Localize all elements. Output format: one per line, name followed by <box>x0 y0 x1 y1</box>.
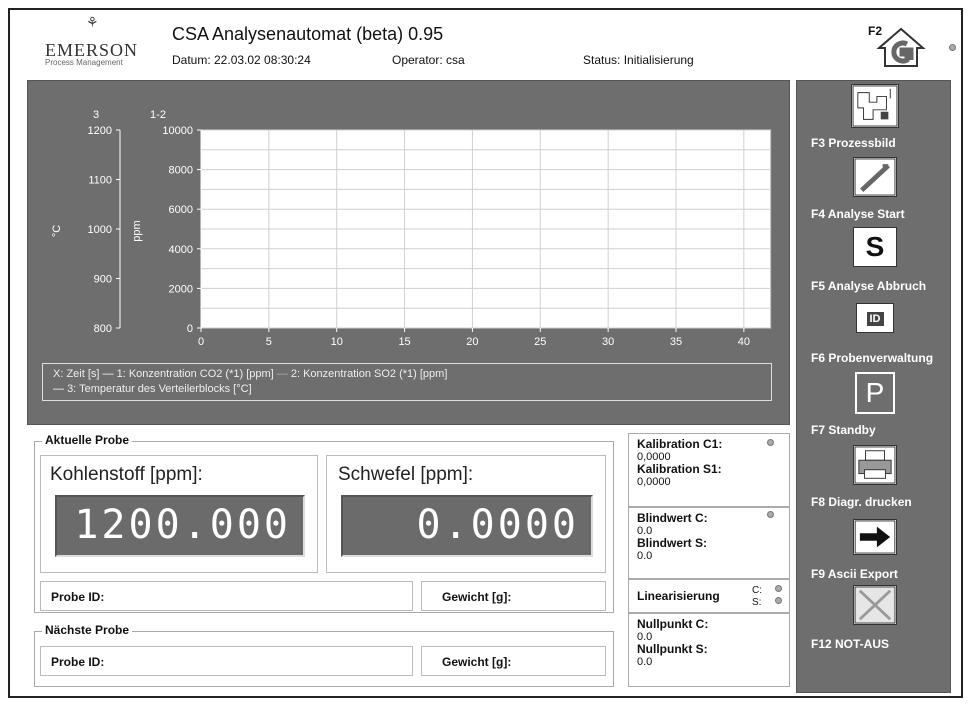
emerson-logo-icon: ⚘ <box>86 14 99 30</box>
emergency-x-icon <box>853 585 897 625</box>
linearization-label: Linearisierung <box>637 589 720 603</box>
lin-s-label: S: <box>752 597 762 608</box>
f12-emergency-stop-button[interactable]: F12 NOT-AUS <box>797 585 952 657</box>
f5-label: F5 Analyse Abbruch <box>811 279 927 293</box>
blank-c-label: Blindwert C: <box>637 511 708 525</box>
f8-print-chart-button[interactable]: F8 Diagr. drucken <box>797 441 952 513</box>
f3-label: F3 Prozessbild <box>811 136 896 150</box>
x-tick-label: 5 <box>266 336 272 348</box>
function-sidebar: F3 Prozessbild F4 Analyse Start S F5 Ana… <box>796 80 951 693</box>
blank-s-label: Blindwert S: <box>637 536 708 550</box>
temperature-tick-label: 1100 <box>88 175 112 187</box>
f6-sample-management-button[interactable]: ID F6 Probenverwaltung <box>797 297 952 369</box>
x-tick-label: 25 <box>534 336 546 348</box>
id-text: ID <box>866 312 884 326</box>
home-icon[interactable] <box>876 26 926 68</box>
x-tick-label: 0 <box>198 336 204 348</box>
x-tick-label: 35 <box>670 336 682 348</box>
ppm-tick-label: 0 <box>187 323 193 335</box>
f7-standby-button[interactable]: P F7 Standby <box>797 369 952 441</box>
cal-s1-label: Kalibration S1: <box>637 462 722 476</box>
stop-s-icon: S <box>853 227 897 267</box>
zero-point-box: Nullpunkt C: 0.0 Nullpunkt S: 0.0 <box>628 613 790 687</box>
next-sample-title: Nächste Probe <box>42 623 133 637</box>
blank-value-led <box>767 511 774 518</box>
cal-s1-value: 0,0000 <box>637 476 671 488</box>
f9-label: F9 Ascii Export <box>811 567 898 581</box>
current-weight-field[interactable]: Gewicht [g]: <box>421 581 606 611</box>
next-weight-field[interactable]: Gewicht [g]: <box>421 646 606 676</box>
operator-text: Operator: csa <box>392 53 465 67</box>
chart-legend: X: Zeit [s] — 1: Konzentration CO2 (*1) … <box>42 363 772 401</box>
analysis-start-icon <box>853 157 897 197</box>
x-tick-label: 40 <box>738 336 750 348</box>
calibration-box: Kalibration C1: 0,0000 Kalibration S1: 0… <box>628 433 790 507</box>
lin-c-label: C: <box>752 585 762 596</box>
zero-s-label: Nullpunkt S: <box>637 642 708 656</box>
temperature-tick-label: 1200 <box>88 125 112 137</box>
current-probe-id-field[interactable]: Probe ID: <box>40 581 413 611</box>
ppm-tick-label: 6000 <box>169 204 193 216</box>
legend-x: X: Zeit [s] <box>53 368 100 380</box>
logo-subtitle: Process Management <box>45 58 123 67</box>
carbon-display: 1200.000 <box>55 495 305 557</box>
printer-icon <box>853 445 897 485</box>
zero-c-label: Nullpunkt C: <box>637 617 709 631</box>
x-tick-label: 15 <box>398 336 410 348</box>
lin-s-led <box>775 597 782 604</box>
f7-label: F7 Standby <box>811 423 876 437</box>
temperature-tick-label: 800 <box>94 323 112 335</box>
blank-value-box: Blindwert C: 0.0 Blindwert S: 0.0 <box>628 507 790 579</box>
process-diagram-icon <box>851 84 899 128</box>
f8-label: F8 Diagr. drucken <box>811 495 912 509</box>
ppm-tick-label: 2000 <box>169 283 193 295</box>
lin-c-led <box>775 585 782 592</box>
status-text: Status: Initialisierung <box>583 53 694 67</box>
f5-analysis-abort-button[interactable]: S F5 Analyse Abbruch <box>797 225 952 297</box>
f4-analysis-start-button[interactable]: F4 Analyse Start <box>797 153 952 225</box>
next-probe-id-field[interactable]: Probe ID: <box>40 646 413 676</box>
temperature-tick-label: 1000 <box>88 224 112 236</box>
parking-p-icon: P <box>855 372 895 414</box>
date-text: Datum: 22.03.02 08:30:24 <box>172 53 311 67</box>
ppm-tick-label: 8000 <box>169 165 193 177</box>
sulfur-display: 0.0000 <box>341 495 593 557</box>
legend-series-3: 3: Temperatur des Verteilerblocks [°C] <box>67 383 252 395</box>
cal-c1-label: Kalibration C1: <box>637 437 723 451</box>
x-tick-label: 10 <box>331 336 343 348</box>
ppm-axis-id: 1-2 <box>150 109 166 121</box>
f3-process-button[interactable]: F3 Prozessbild <box>797 81 952 153</box>
current-sample-title: Aktuelle Probe <box>42 433 133 447</box>
ppm-axis-label: ppm <box>131 220 143 241</box>
x-tick-label: 30 <box>602 336 614 348</box>
f6-label: F6 Probenverwaltung <box>811 351 934 365</box>
carbon-label: Kohlenstoff [ppm]: <box>50 464 203 485</box>
sulfur-label: Schwefel [ppm]: <box>338 464 474 485</box>
blank-s-value: 0.0 <box>637 550 653 562</box>
id-card-icon: ID <box>856 303 894 333</box>
f12-label: F12 NOT-AUS <box>811 637 890 651</box>
ppm-tick-label: 4000 <box>169 244 193 256</box>
ppm-tick-label: 10000 <box>162 125 193 137</box>
legend-series-2: 2: Konzentration SO2 (*1) [ppm] <box>290 368 448 380</box>
calibration-led <box>767 439 774 446</box>
temperature-axis-id: 3 <box>93 109 99 121</box>
x-tick-label: 20 <box>466 336 478 348</box>
temperature-axis-label: °C <box>51 225 63 237</box>
zero-s-value: 0.0 <box>637 656 653 668</box>
linearization-box: Linearisierung C: S: <box>628 579 790 613</box>
f4-label: F4 Analyse Start <box>811 207 905 221</box>
export-arrow-icon <box>853 519 897 555</box>
f9-ascii-export-button[interactable]: F9 Ascii Export <box>797 513 952 585</box>
status-led <box>949 44 956 51</box>
app-title: CSA Analysenautomat (beta) 0.95 <box>172 24 444 44</box>
temperature-tick-label: 900 <box>94 274 112 286</box>
legend-series-1: 1: Konzentration CO2 (*1) [ppm] <box>116 368 274 380</box>
